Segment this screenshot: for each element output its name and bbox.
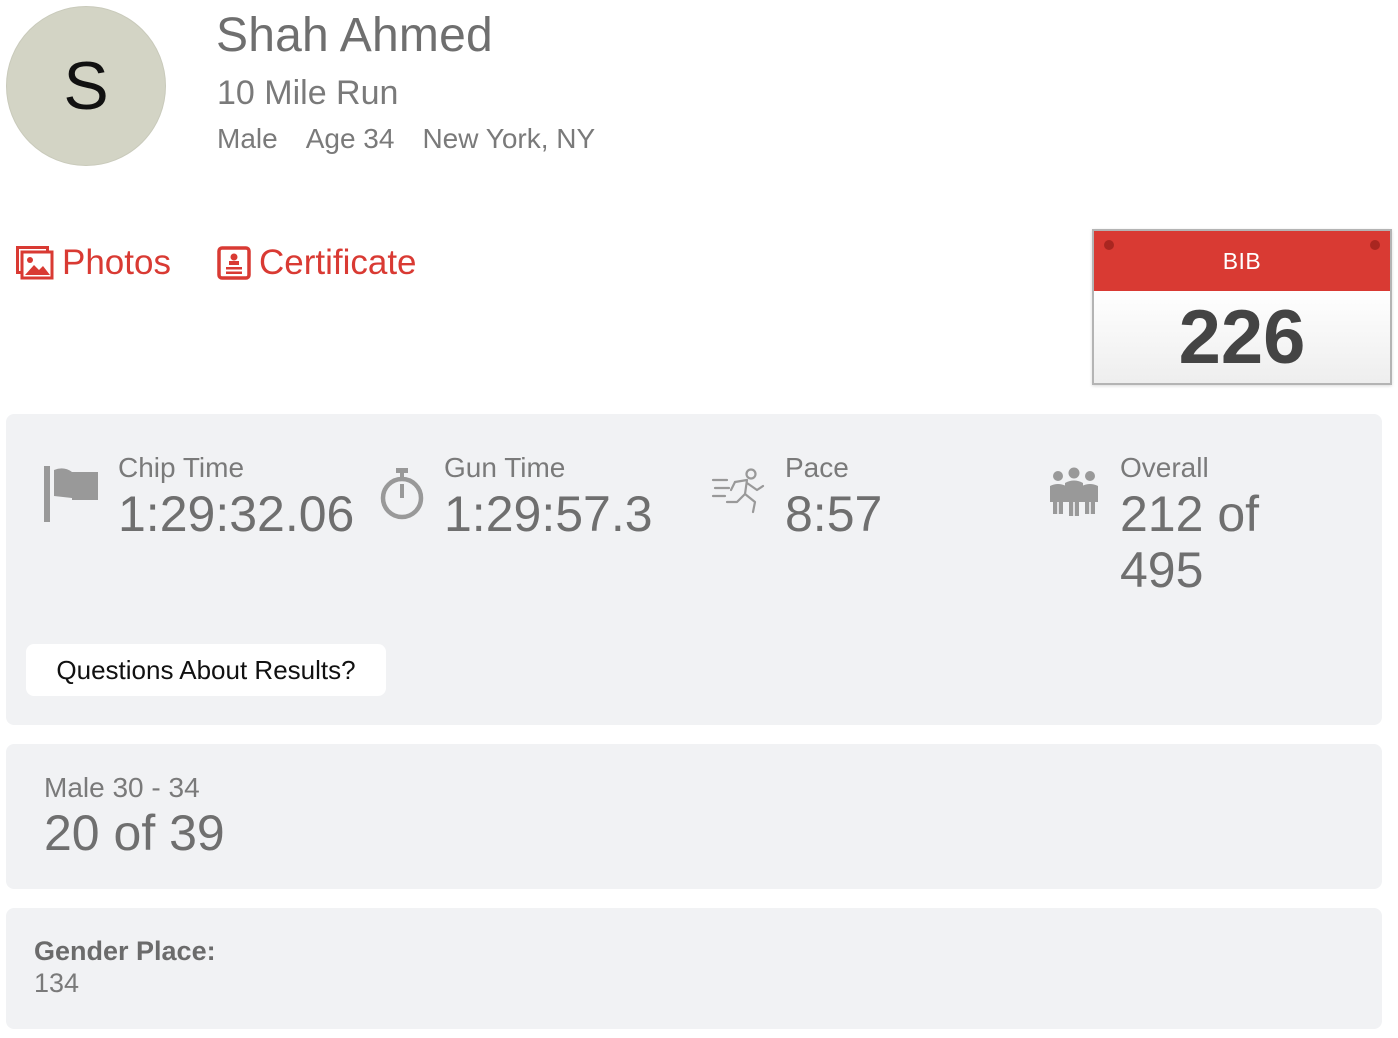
bib-number: 226	[1094, 291, 1390, 383]
bib-label: BIB	[1222, 247, 1262, 274]
gun-time-value: 1:29:57.3	[444, 486, 653, 542]
division-panel: Male 30 - 34 20 of 39	[6, 744, 1382, 889]
certificate-icon	[217, 246, 251, 280]
photos-link[interactable]: Photos	[16, 243, 171, 283]
participant-gender: Male	[217, 123, 278, 154]
gender-place-value: 134	[34, 968, 80, 998]
group-icon	[1050, 467, 1098, 516]
participant-name: Shah Ahmed	[216, 9, 493, 62]
gender-place-panel: Gender Place: 134	[6, 908, 1382, 1029]
bib-hole-right	[1370, 240, 1380, 250]
division-value: 20 of 39	[44, 805, 225, 861]
division-label: Male 30 - 34	[44, 772, 200, 803]
chip-time-label: Chip Time	[118, 452, 245, 483]
result-links: Photos Certificate	[16, 243, 417, 283]
avatar: S	[6, 6, 166, 166]
overall-stat: Overall 212 of 495	[1046, 450, 1280, 598]
bib-card: BIB 226	[1092, 229, 1392, 385]
pace-stat: Pace 8:57	[711, 450, 882, 542]
runner-icon	[711, 468, 765, 514]
gun-time-label: Gun Time	[444, 452, 566, 483]
photos-icon	[16, 246, 54, 280]
participant-location: New York, NY	[422, 123, 596, 154]
avatar-initial: S	[63, 48, 109, 124]
stopwatch-icon	[380, 468, 424, 520]
pace-label: Pace	[785, 452, 849, 483]
questions-about-results-button[interactable]: Questions About Results?	[26, 644, 386, 696]
gender-place-label: Gender Place:	[34, 936, 216, 966]
participant-age: Age 34	[305, 123, 395, 154]
bib-hole-left	[1104, 240, 1114, 250]
overall-value: 212 of 495	[1120, 486, 1260, 598]
chip-time-value: 1:29:32.06	[118, 486, 355, 542]
overall-label: Overall	[1120, 452, 1209, 483]
photos-link-label: Photos	[62, 243, 171, 282]
results-panel: Chip Time 1:29:32.06 Gun Time 1:29:57.3	[6, 414, 1382, 725]
certificate-link[interactable]: Certificate	[217, 243, 417, 283]
certificate-link-label: Certificate	[258, 243, 417, 282]
flag-icon	[44, 466, 98, 522]
bib-header: BIB	[1094, 231, 1390, 291]
participant-meta: Male Age 34 New York, NY	[217, 123, 595, 155]
pace-value: 8:57	[785, 486, 883, 542]
gun-time-stat: Gun Time 1:29:57.3	[378, 450, 653, 542]
event-name: 10 Mile Run	[217, 74, 399, 112]
chip-time-stat: Chip Time 1:29:32.06	[42, 450, 354, 542]
